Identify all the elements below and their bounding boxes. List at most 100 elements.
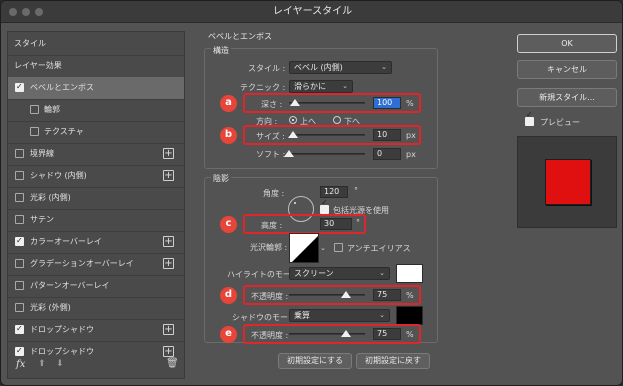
style-dropdown-value: ベベル (内側)	[294, 63, 343, 72]
highlight-mode-dropdown[interactable]: スクリーン ⌄	[289, 267, 390, 280]
add-effect-icon[interactable]: +	[163, 346, 174, 357]
antialias-label: アンチエイリアス	[347, 244, 411, 253]
gloss-contour-swatch[interactable]	[289, 233, 319, 263]
badge-d: d	[220, 287, 237, 304]
size-unit: px	[406, 131, 416, 140]
shadow-opacity-slider-thumb[interactable]	[341, 330, 351, 337]
effect-item[interactable]: スタイル	[8, 33, 184, 55]
shadow-opacity-label: 不透明度 :	[251, 331, 289, 340]
badge-c: c	[220, 216, 237, 233]
add-effect-icon[interactable]: +	[163, 170, 174, 181]
effect-item[interactable]: テクスチャ	[8, 121, 184, 143]
title-bar: レイヤースタイル	[1, 1, 622, 23]
effect-label: ドロップシャドウ	[30, 325, 94, 334]
new-style-button[interactable]: 新規スタイル...	[517, 88, 617, 107]
soften-input[interactable]: 0	[373, 148, 401, 160]
soften-slider-track[interactable]	[289, 153, 365, 155]
effect-item[interactable]: シャドウ (内側) +	[8, 165, 184, 187]
effect-checkbox[interactable]	[15, 215, 24, 224]
effect-item[interactable]: レイヤー効果	[8, 55, 184, 77]
shadow-mode-value: 乗算	[294, 311, 310, 320]
preview-checkbox[interactable]	[525, 110, 534, 126]
effect-label: ドロップシャドウ	[30, 347, 94, 356]
cancel-button[interactable]: キャンセル	[517, 60, 617, 79]
effect-item[interactable]: サテン	[8, 209, 184, 231]
size-input[interactable]: 10	[373, 129, 401, 141]
effect-label: シャドウ (内側)	[30, 171, 87, 180]
technique-dropdown[interactable]: 滑らかに ⌄	[289, 80, 353, 93]
direction-up-radio[interactable]	[289, 116, 297, 124]
effect-checkbox[interactable]	[15, 318, 24, 340]
size-slider-track[interactable]	[289, 134, 365, 136]
effect-label: レイヤー効果	[14, 61, 62, 70]
style-dropdown[interactable]: ベベル (内側) ⌄	[289, 61, 392, 74]
effect-checkbox[interactable]	[30, 105, 39, 114]
depth-slider-thumb[interactable]	[290, 99, 301, 106]
altitude-input[interactable]: 30	[320, 218, 352, 230]
effect-checkbox[interactable]	[15, 259, 24, 268]
add-effect-icon[interactable]: +	[163, 324, 174, 335]
effect-item[interactable]: 光彩 (内側)	[8, 187, 184, 209]
chevron-down-icon: ⌄	[342, 82, 348, 90]
effect-item[interactable]: カラーオーバーレイ +	[8, 230, 184, 253]
direction-down-radio[interactable]	[333, 116, 341, 124]
effect-checkbox[interactable]	[15, 193, 24, 202]
minimize-window-icon[interactable]	[22, 8, 30, 16]
effect-checkbox[interactable]	[15, 340, 24, 362]
chevron-down-icon: ⌄	[381, 63, 387, 71]
highlight-opacity-label: 不透明度 :	[251, 292, 289, 301]
effect-item[interactable]: 境界線 +	[8, 143, 184, 165]
add-effect-icon[interactable]: +	[163, 258, 174, 269]
effect-label: 輪郭	[44, 105, 60, 114]
effect-item[interactable]: 輪郭	[8, 99, 184, 121]
size-label: サイズ :	[256, 132, 285, 141]
size-slider-thumb[interactable]	[287, 131, 298, 138]
depth-label: 深さ :	[261, 100, 283, 109]
effect-item[interactable]: ベベルとエンボス	[8, 76, 184, 99]
highlight-color-swatch[interactable]	[396, 264, 423, 283]
preview-square	[545, 159, 591, 205]
shadow-mode-dropdown[interactable]: 乗算 ⌄	[289, 309, 390, 322]
effect-item[interactable]: パターンオーバーレイ	[8, 275, 184, 297]
effect-checkbox[interactable]	[15, 171, 24, 180]
zoom-window-icon[interactable]	[35, 8, 43, 16]
gloss-contour-label: 光沢輪郭 :	[250, 243, 288, 252]
ok-button[interactable]: OK	[517, 34, 617, 53]
global-light-checkbox[interactable]	[320, 198, 329, 214]
soften-unit: px	[406, 150, 416, 159]
soften-slider-thumb[interactable]	[284, 150, 294, 157]
highlight-opacity-slider-thumb[interactable]	[341, 291, 351, 298]
depth-input[interactable]: 100	[373, 97, 401, 109]
antialias-checkbox[interactable]	[334, 243, 343, 252]
chevron-down-icon[interactable]: ⌄	[320, 244, 326, 252]
angle-input[interactable]: 120	[320, 186, 348, 198]
effect-label: スタイル	[14, 39, 46, 48]
add-effect-icon[interactable]: +	[163, 236, 174, 247]
altitude-label: 高度 :	[261, 221, 283, 230]
highlight-opacity-slider-track[interactable]	[289, 294, 365, 296]
style-preview	[517, 136, 617, 228]
chevron-down-icon: ⌄	[379, 311, 385, 319]
depth-slider-track[interactable]	[289, 102, 365, 104]
highlight-opacity-input[interactable]: 75	[373, 289, 401, 301]
effect-checkbox[interactable]	[15, 76, 24, 98]
shadow-opacity-input[interactable]: 75	[373, 328, 401, 340]
effect-checkbox[interactable]	[15, 281, 24, 290]
effect-checkbox[interactable]	[15, 303, 24, 312]
add-effect-icon[interactable]: +	[163, 148, 174, 159]
effect-checkbox[interactable]	[30, 127, 39, 136]
style-label: スタイル :	[248, 64, 286, 73]
shadow-color-swatch[interactable]	[396, 306, 423, 325]
make-default-button[interactable]: 初期設定にする	[278, 353, 352, 369]
reset-default-button[interactable]: 初期設定に戻す	[356, 353, 430, 369]
effect-item[interactable]: ドロップシャドウ +	[8, 318, 184, 341]
effect-item[interactable]: ドロップシャドウ +	[8, 340, 184, 363]
effect-item[interactable]: グラデーションオーバーレイ +	[8, 253, 184, 275]
effect-item[interactable]: 光彩 (外側)	[8, 297, 184, 319]
effect-checkbox[interactable]	[15, 230, 24, 252]
shadow-opacity-slider-track[interactable]	[289, 333, 365, 335]
close-window-icon[interactable]	[9, 8, 17, 16]
technique-dropdown-value: 滑らかに	[294, 82, 326, 91]
effect-label: 光彩 (内側)	[30, 193, 71, 202]
effect-checkbox[interactable]	[15, 149, 24, 158]
